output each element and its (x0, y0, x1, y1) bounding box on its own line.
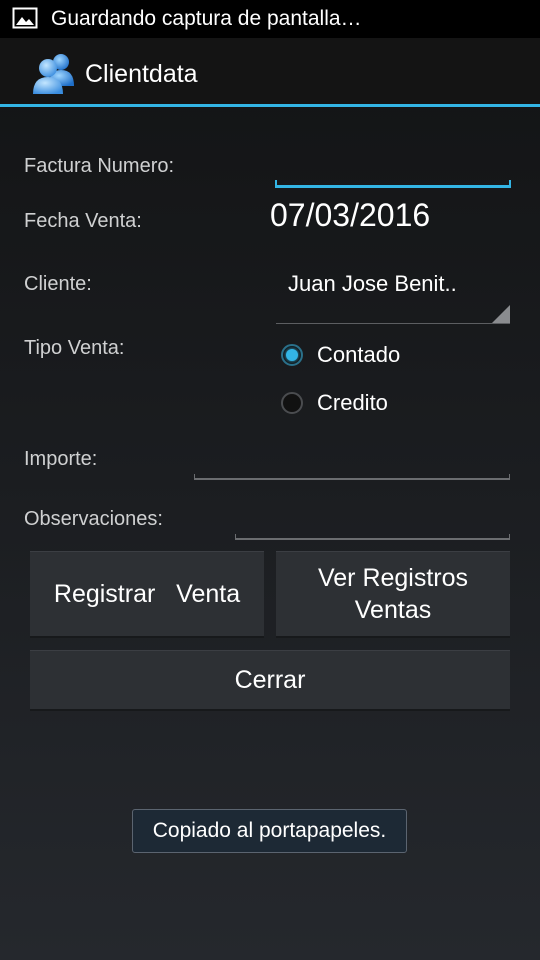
importe-input[interactable] (194, 440, 510, 480)
dropdown-arrow-icon (492, 305, 510, 323)
observaciones-label: Observaciones: (24, 508, 163, 530)
fecha-label: Fecha Venta: (24, 210, 142, 232)
registrar-venta-button[interactable]: Registrar Venta (30, 551, 264, 638)
registrar-venta-label: Registrar Venta (53, 580, 241, 608)
users-icon (33, 54, 74, 94)
action-bar: Clientdata (0, 38, 540, 107)
tipo-venta-label: Tipo Venta: (24, 337, 125, 359)
fecha-value[interactable]: 07/03/2016 (270, 197, 430, 234)
cliente-label: Cliente: (24, 273, 92, 295)
app-title: Clientdata (85, 60, 198, 88)
radio-credito[interactable]: Credito (281, 386, 388, 420)
factura-input[interactable] (275, 150, 511, 188)
notification-text: Guardando captura de pantalla… (51, 7, 362, 30)
observaciones-input[interactable] (235, 500, 510, 540)
radio-credito-label: Credito (317, 390, 388, 415)
status-bar: Guardando captura de pantalla… (0, 0, 540, 38)
importe-label: Importe: (24, 448, 98, 470)
radio-contado-label: Contado (317, 342, 401, 367)
radio-checked-icon (281, 344, 303, 366)
ver-registros-label-line2: Ventas (354, 596, 432, 624)
cerrar-label: Cerrar (234, 666, 306, 694)
radio-contado[interactable]: Contado (281, 338, 400, 372)
cliente-spinner[interactable]: Juan Jose Benit.. (276, 258, 510, 324)
toast-text: Copiado al portapapeles. (152, 819, 387, 842)
ver-registros-label-line1: Ver Registros (317, 564, 469, 592)
toast-message: Copiado al portapapeles. (132, 809, 407, 853)
radio-unchecked-icon (281, 392, 303, 414)
cerrar-button[interactable]: Cerrar (30, 650, 510, 711)
factura-label: Factura Numero: (24, 155, 175, 177)
cliente-value: Juan Jose Benit.. (288, 271, 457, 296)
ver-registros-button[interactable]: Ver Registros Ventas (276, 551, 510, 638)
app-screen: Guardando captura de pantalla… Clientdat… (0, 0, 540, 960)
picture-icon (12, 7, 38, 29)
